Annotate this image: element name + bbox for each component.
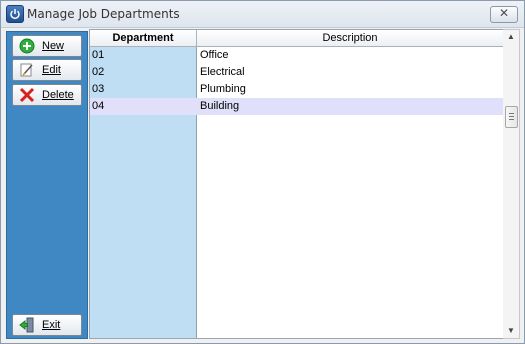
vertical-scrollbar[interactable]: ▲ ▼ bbox=[503, 29, 520, 339]
column-header-description[interactable]: Description bbox=[197, 30, 503, 47]
departments-grid[interactable]: Department Description 01 Office 02 Elec… bbox=[89, 29, 504, 339]
department-cell: 01 bbox=[92, 49, 105, 61]
new-button-label: New bbox=[42, 40, 65, 52]
edit-button-label: Edit bbox=[42, 64, 61, 76]
edit-button[interactable]: Edit bbox=[12, 59, 82, 81]
plus-circle-icon bbox=[19, 38, 35, 54]
exit-button[interactable]: Exit bbox=[12, 314, 82, 336]
scroll-up-icon[interactable]: ▲ bbox=[503, 30, 519, 44]
title-bar: Manage Job Departments ✕ bbox=[1, 1, 524, 28]
close-icon: ✕ bbox=[498, 6, 510, 20]
department-cell: 04 bbox=[92, 100, 105, 112]
column-header-department[interactable]: Department bbox=[90, 30, 197, 47]
window-title: Manage Job Departments bbox=[27, 7, 180, 21]
department-cell: 03 bbox=[92, 83, 105, 95]
delete-button[interactable]: Delete bbox=[12, 84, 82, 106]
table-row-selected[interactable]: 04 Building bbox=[90, 98, 503, 115]
action-sidebar: New Edit Delete Exit bbox=[6, 31, 88, 339]
scroll-down-icon[interactable]: ▼ bbox=[503, 324, 519, 338]
exit-button-label: Exit bbox=[42, 319, 61, 331]
close-button[interactable]: ✕ bbox=[490, 6, 518, 23]
description-cell: Plumbing bbox=[200, 83, 246, 95]
new-button[interactable]: New bbox=[12, 35, 82, 57]
description-cell: Building bbox=[200, 100, 240, 112]
table-row[interactable]: 03 Plumbing bbox=[90, 81, 503, 98]
red-x-icon bbox=[19, 87, 35, 103]
delete-button-label: Delete bbox=[42, 89, 74, 101]
scroll-thumb[interactable] bbox=[505, 106, 518, 128]
table-row[interactable]: 02 Electrical bbox=[90, 64, 503, 81]
manage-job-departments-window: Manage Job Departments ✕ New Edit Delete… bbox=[0, 0, 525, 344]
department-cell: 02 bbox=[92, 66, 105, 78]
table-row[interactable]: 01 Office bbox=[90, 47, 503, 64]
power-icon bbox=[6, 5, 24, 23]
edit-note-icon bbox=[19, 62, 35, 78]
description-cell: Electrical bbox=[200, 66, 245, 78]
exit-door-icon bbox=[19, 317, 35, 333]
description-cell: Office bbox=[200, 49, 229, 61]
